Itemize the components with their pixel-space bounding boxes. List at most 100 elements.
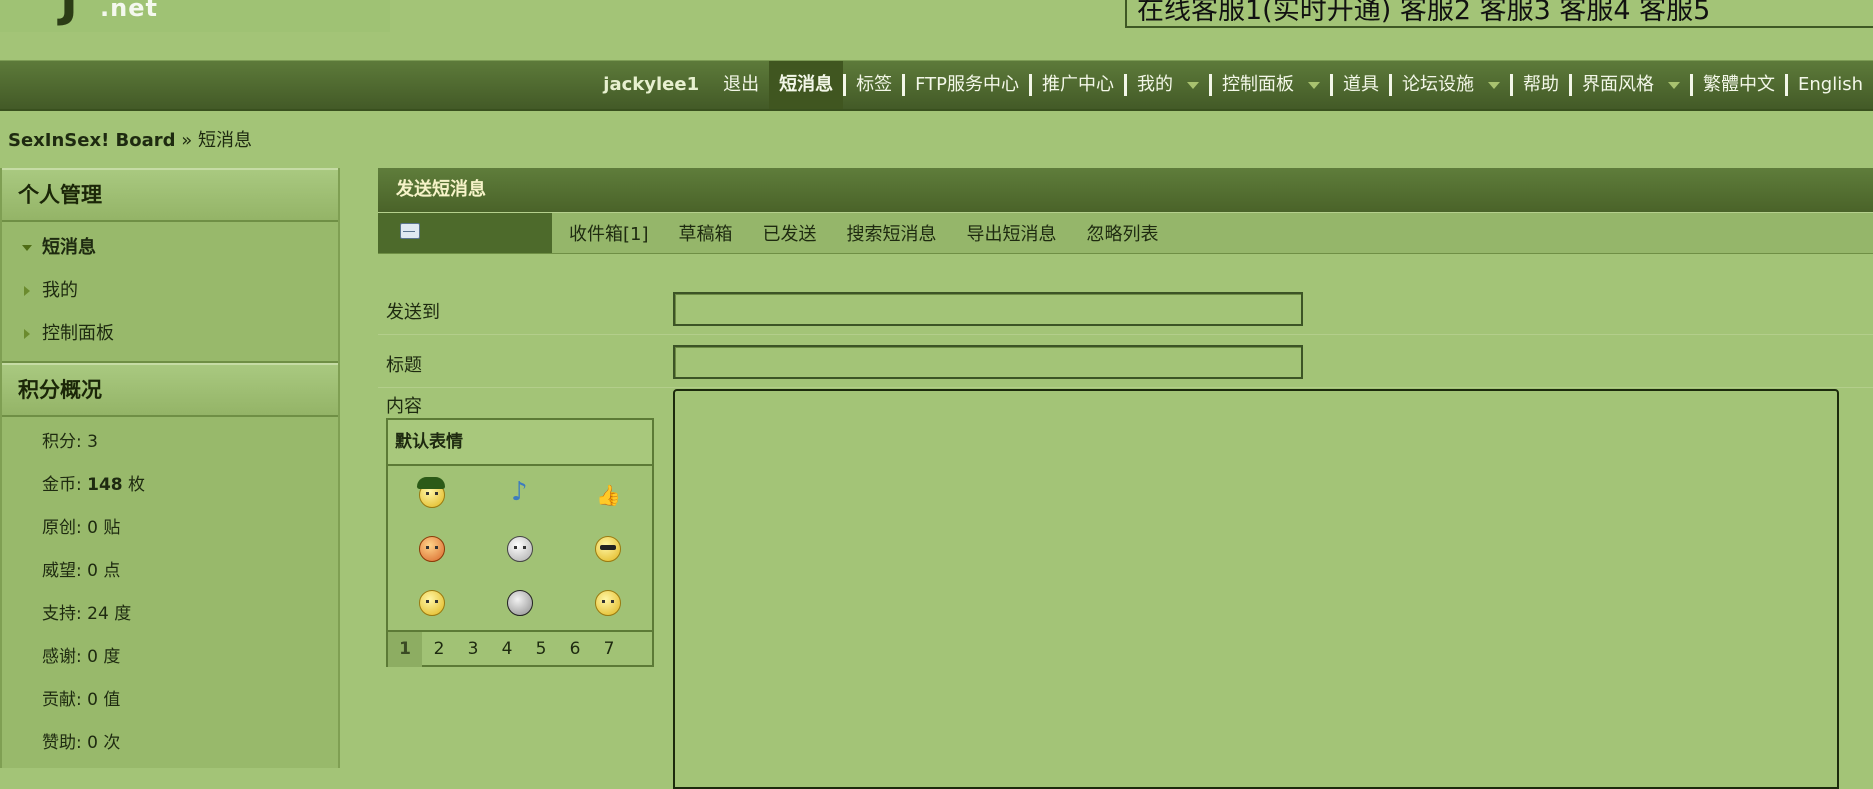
triangle-right-icon (24, 286, 30, 296)
logo-text: .net (100, 0, 158, 22)
thumbs-up-icon[interactable] (564, 468, 652, 522)
stat-original: 原创: 0 贴 (2, 507, 338, 550)
cool-smiley-icon[interactable] (564, 522, 652, 576)
stat-value: 0 (87, 518, 98, 538)
sidebar-item-control-panel[interactable]: 控制面板 (2, 312, 338, 355)
stat-unit: 值 (103, 690, 121, 710)
stat-label: 金币: (42, 475, 82, 495)
chevron-down-icon (1187, 81, 1199, 89)
face-shape (417, 477, 445, 508)
tab-compose[interactable] (378, 213, 552, 253)
sidebar-personal-title: 个人管理 (2, 168, 338, 222)
nav-short-message[interactable]: 短消息 (769, 61, 844, 109)
nav-help[interactable]: 帮助 (1513, 61, 1569, 109)
tab-export[interactable]: 导出短消息 (952, 220, 1072, 246)
nav-ftp-center[interactable]: FTP服务中心 (905, 61, 1029, 109)
face-eyes (514, 546, 526, 549)
tab-ignore-list[interactable]: 忽略列表 (1072, 220, 1174, 246)
main-panel: 发送短消息 收件箱[1] 草稿箱 已发送 搜索短消息 导出短消息 忽略列表 发送… (378, 168, 1873, 789)
nav-english[interactable]: English (1788, 61, 1873, 109)
tab-sent[interactable]: 已发送 (748, 220, 832, 246)
nav-control-panel[interactable]: 控制面板 (1212, 61, 1330, 109)
triangle-right-icon (24, 329, 30, 339)
face-shape (419, 590, 445, 616)
stat-unit: 度 (103, 647, 121, 667)
stat-value: 3 (87, 432, 98, 452)
stat-label: 贡献: (42, 690, 82, 710)
face-shape (595, 590, 621, 616)
nav-promotion[interactable]: 推广中心 (1032, 61, 1124, 109)
stat-unit: 度 (114, 604, 132, 624)
customer-service-banner[interactable]: 在线客服1(实时开通) 客服2 客服3 客服4 客服5 (1125, 0, 1873, 28)
message-content-textarea[interactable] (673, 389, 1839, 789)
nav-traditional-chinese[interactable]: 繁體中文 (1693, 61, 1785, 109)
nav-tags[interactable]: 标签 (846, 61, 902, 109)
stat-unit: 次 (103, 733, 121, 753)
nav-theme[interactable]: 界面风格 (1572, 61, 1690, 109)
smilies-page-7[interactable]: 7 (592, 632, 626, 667)
site-logo[interactable]: J .net (0, 0, 390, 32)
chevron-down-icon (1668, 81, 1680, 89)
stat-value: 24 (87, 604, 109, 624)
stat-label: 赞助: (42, 733, 82, 753)
stat-value: 148 (87, 475, 123, 495)
chevron-down-icon (1488, 81, 1500, 89)
smilies-grid (388, 466, 652, 632)
stat-value: 0 (87, 733, 98, 753)
tab-search[interactable]: 搜索短消息 (832, 220, 952, 246)
smilies-page-2[interactable]: 2 (422, 632, 456, 667)
soccer-ball-icon[interactable] (476, 576, 564, 630)
stat-value: 0 (87, 690, 98, 710)
nav-my-label: 我的 (1137, 74, 1173, 95)
nav-tools[interactable]: 道具 (1333, 61, 1389, 109)
subject-row: 标题 (378, 335, 1873, 388)
sidebar-item-label: 控制面板 (42, 323, 114, 344)
nav-logout[interactable]: 退出 (713, 61, 769, 109)
content-label: 内容 (386, 396, 422, 417)
tab-inbox[interactable]: 收件箱[1] (552, 220, 664, 246)
sidebar-item-short-message[interactable]: 短消息 (2, 226, 338, 269)
smilies-page-6[interactable]: 6 (558, 632, 592, 667)
smilies-page-4[interactable]: 4 (490, 632, 524, 667)
stat-sponsor: 赞助: 0 次 (2, 722, 338, 765)
face-shape (595, 536, 621, 562)
recipient-input[interactable] (673, 292, 1303, 326)
sidebar-item-my[interactable]: 我的 (2, 269, 338, 312)
smilies-pagination: 1 2 3 4 5 6 7 (388, 632, 652, 667)
smilies-page-1[interactable]: 1 (388, 632, 422, 667)
nav-forum-facilities[interactable]: 论坛设施 (1392, 61, 1510, 109)
angry-smiley-icon[interactable] (388, 522, 476, 576)
nav-username[interactable]: jackylee1 (593, 61, 713, 109)
face-eyes (426, 546, 438, 549)
triangle-down-icon (22, 245, 32, 251)
face-eyes (426, 600, 438, 603)
subject-input[interactable] (673, 345, 1303, 379)
skull-icon[interactable] (476, 522, 564, 576)
stat-unit: 贴 (103, 518, 121, 538)
stat-thanks: 感谢: 0 度 (2, 636, 338, 679)
nav-theme-label: 界面风格 (1582, 74, 1654, 95)
stat-points: 积分: 3 (2, 421, 338, 464)
stat-contribution: 贡献: 0 值 (2, 679, 338, 722)
nav-my-menu[interactable]: 我的 (1127, 61, 1209, 109)
sidebar-item-label: 我的 (42, 280, 78, 301)
breadcrumb-current: 短消息 (198, 130, 253, 151)
subject-label: 标题 (386, 355, 422, 376)
smilies-page-5[interactable]: 5 (524, 632, 558, 667)
message-tabs: 收件箱[1] 草稿箱 已发送 搜索短消息 导出短消息 忽略列表 (378, 212, 1873, 254)
soldier-smiley-icon[interactable] (388, 468, 476, 522)
nav-control-panel-label: 控制面板 (1222, 74, 1294, 95)
stat-gold: 金币: 148 枚 (2, 464, 338, 507)
tab-drafts[interactable]: 草稿箱 (664, 220, 748, 246)
hmm-smiley-icon[interactable] (388, 576, 476, 630)
smilies-page-3[interactable]: 3 (456, 632, 490, 667)
recipient-row: 发送到 (378, 282, 1873, 335)
stat-unit: 点 (103, 561, 121, 581)
chevron-down-icon (1308, 81, 1320, 89)
stat-label: 积分: (42, 432, 82, 452)
sleepy-smiley-icon[interactable] (564, 576, 652, 630)
face-eyes (426, 492, 438, 495)
breadcrumb-home-link[interactable]: SexInSex! Board (8, 130, 176, 151)
stat-value: 0 (87, 647, 98, 667)
music-note-icon[interactable] (476, 468, 564, 522)
